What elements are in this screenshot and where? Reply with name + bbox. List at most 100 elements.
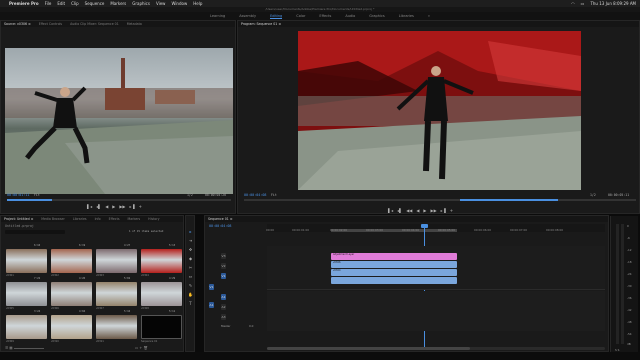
menu-file[interactable]: File (45, 0, 52, 7)
source-scrubber[interactable] (7, 199, 231, 201)
clock[interactable]: Thu 13 Jun 8:09:29 AM (590, 0, 636, 7)
add-button[interactable]: + (139, 204, 142, 209)
workspace-color[interactable]: Color (296, 14, 305, 18)
playhead-handle[interactable] (421, 224, 428, 228)
program-step-back-button[interactable]: ◀ (416, 208, 419, 213)
type-tool-icon[interactable]: T (188, 301, 193, 306)
play-button[interactable]: ▶ (112, 204, 115, 209)
tab-effects[interactable]: Effects (109, 217, 120, 221)
source-patch-v1[interactable]: V1 (209, 284, 214, 290)
menu-sequence[interactable]: Sequence (85, 0, 105, 7)
timeline-scrollbar[interactable] (267, 347, 605, 350)
menu-window[interactable]: Window (171, 0, 187, 7)
timeline-timecode[interactable]: 00:00:04:08 (209, 224, 231, 228)
new-item-icon[interactable]: + (139, 346, 142, 350)
pen-tool-icon[interactable]: ✎ (188, 283, 193, 288)
master-value[interactable]: 0.0 (249, 324, 253, 328)
program-timecode[interactable]: 00:00:04:08 (244, 193, 266, 197)
thumb-v0308[interactable] (141, 282, 182, 306)
trash-icon[interactable]: 🗑 (143, 346, 147, 350)
rolling-edit-tool-icon[interactable]: ◆ (188, 256, 193, 261)
menu-markers[interactable]: Markers (110, 0, 126, 7)
ripple-edit-tool-icon[interactable]: ✥ (188, 247, 193, 252)
track-select-tool-icon[interactable]: ⇥ (188, 238, 193, 243)
wifi-icon[interactable]: ◠ (571, 0, 575, 7)
thumb-v0302[interactable] (51, 249, 92, 273)
thumb-v0309[interactable] (6, 315, 47, 339)
track-a2-target[interactable]: A2 (221, 304, 226, 310)
app-menu[interactable]: Premiere Pro (9, 0, 39, 7)
workspace-assembly[interactable]: Assembly (239, 14, 256, 18)
menu-help[interactable]: Help (193, 0, 202, 7)
thumb-v0306[interactable] (51, 282, 92, 306)
thumb-v0310[interactable] (51, 315, 92, 339)
program-video[interactable] (298, 31, 581, 190)
clip-v0306[interactable]: v0306 (331, 261, 457, 268)
tab-libraries[interactable]: Libraries (73, 217, 87, 221)
slip-tool-icon[interactable]: ⇔ (188, 274, 193, 279)
workspace-audio[interactable]: Audio (345, 14, 355, 18)
tab-metadata[interactable]: Metadata (127, 22, 142, 26)
tab-source[interactable]: Source: v0306 ≡ (4, 22, 31, 26)
track-v2-target[interactable]: V2 (221, 263, 226, 269)
audio-tracks-area[interactable] (267, 291, 605, 331)
icon-view-icon[interactable]: ▦ (9, 346, 12, 350)
project-search-input[interactable] (5, 230, 65, 234)
program-mark-out-button[interactable]: ◂▌ (397, 208, 402, 213)
workspace-editing[interactable]: Editing (270, 14, 283, 19)
menu-edit[interactable]: Edit (57, 0, 65, 7)
thumb-v0303[interactable] (96, 249, 137, 273)
menu-clip[interactable]: Clip (71, 0, 79, 7)
mark-out-button[interactable]: ◂▌ (96, 204, 101, 209)
program-add-button[interactable]: + (450, 208, 453, 213)
source-patch-a1[interactable]: A1 (209, 302, 214, 308)
source-video[interactable] (5, 48, 233, 194)
workspace-learning[interactable]: Learning (210, 14, 225, 18)
source-timecode[interactable]: 00:00:01:11 (7, 193, 29, 197)
menu-graphics[interactable]: Graphics (132, 0, 150, 7)
new-bin-icon[interactable]: ▭ (135, 346, 138, 350)
program-fit-select[interactable]: Fit (271, 193, 277, 197)
thumb-v0301[interactable] (6, 249, 47, 273)
step-forward-button[interactable]: ▶▶ (119, 204, 125, 209)
track-a1-target[interactable]: A1 (221, 294, 226, 300)
tab-project[interactable]: Project: Untitled ≡ (4, 217, 33, 221)
program-scrubber[interactable] (244, 199, 636, 201)
tab-sequence-01[interactable]: Sequence 01 ≡ (208, 217, 232, 221)
zoom-slider[interactable] (13, 347, 44, 349)
menu-view[interactable]: View (156, 0, 166, 7)
razor-tool-icon[interactable]: ✂ (188, 265, 193, 270)
tab-media-browser[interactable]: Media Browser (41, 217, 65, 221)
source-resolution-select[interactable]: 1/2 (187, 193, 193, 197)
tab-effect-controls[interactable]: Effect Controls (39, 22, 62, 26)
insert-button[interactable]: ▸▐ (130, 204, 135, 209)
workspace-libraries[interactable]: Libraries (399, 14, 414, 18)
program-step-forward-button[interactable]: ▶▶ (431, 208, 437, 213)
track-v3-target[interactable]: V3 (221, 253, 226, 259)
program-go-in-button[interactable]: ◀◀ (406, 208, 412, 213)
clip-v0304[interactable]: v0304 (331, 269, 457, 276)
thumb-v0304[interactable] (141, 249, 182, 273)
step-back-button[interactable]: ◀ (105, 204, 108, 209)
clip-adjustment-layer[interactable]: Adjustment Layer (331, 253, 457, 260)
hand-tool-icon[interactable]: ✋ (188, 292, 193, 297)
program-mark-in-button[interactable]: ▌◂ (388, 208, 393, 213)
source-fit-select[interactable]: Fit (34, 193, 40, 197)
workspace-effects[interactable]: Effects (319, 14, 331, 18)
tab-info[interactable]: Info (95, 217, 101, 221)
program-resolution-select[interactable]: 1/2 (590, 193, 596, 197)
list-view-icon[interactable]: ☰ (5, 346, 8, 350)
workspace-graphics[interactable]: Graphics (369, 14, 384, 18)
thumb-sequence-01[interactable] (141, 315, 182, 339)
tab-audio-clip-mixer[interactable]: Audio Clip Mixer: Sequence 01 (70, 22, 119, 26)
tab-markers[interactable]: Markers (127, 217, 140, 221)
mark-in-button[interactable]: ▌◂ (87, 204, 92, 209)
tab-program[interactable]: Program: Sequence 01 ≡ (241, 22, 281, 26)
thumb-v0307[interactable] (96, 282, 137, 306)
thumb-v0311[interactable] (96, 315, 137, 339)
tab-history[interactable]: History (148, 217, 159, 221)
selection-tool-icon[interactable]: ▸ (188, 229, 193, 234)
track-a3-target[interactable]: A3 (221, 314, 226, 320)
clip-v1-extra[interactable] (331, 277, 457, 284)
program-lift-button[interactable]: ▸▐ (441, 208, 446, 213)
